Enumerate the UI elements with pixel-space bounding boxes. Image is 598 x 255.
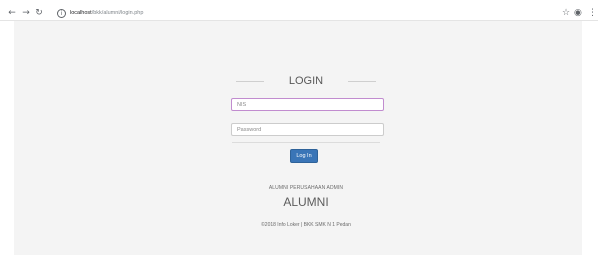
arrow-right-icon[interactable]: → — [20, 6, 32, 20]
url-host: localhost — [70, 10, 92, 16]
url-path: /bkk/alumni/login.php — [91, 10, 144, 16]
login-button[interactable]: Log In — [290, 149, 318, 163]
reload-icon[interactable]: ↻ — [33, 6, 45, 20]
browser-toolbar: ← → ↻ i localhost/bkk/alumni/login.php ☆… — [0, 6, 598, 21]
app-name: ALUMNI — [283, 195, 329, 209]
company-caption: ALUMNI PERUSAHAAN ADMIN — [268, 185, 344, 191]
info-icon[interactable]: i — [57, 9, 66, 18]
header-line-right — [348, 81, 376, 82]
login-header: LOGIN — [236, 74, 376, 88]
arrow-left-icon[interactable]: ← — [6, 6, 18, 20]
browser-window: ← → ↻ i localhost/bkk/alumni/login.php ☆… — [0, 0, 598, 255]
username-field[interactable] — [231, 98, 384, 111]
more-vert-icon[interactable]: ⋮ — [588, 6, 597, 20]
form-divider — [232, 142, 380, 143]
password-field[interactable] — [231, 123, 384, 136]
address-bar[interactable]: localhost/bkk/alumni/login.php — [70, 6, 143, 20]
account-icon[interactable]: ◉ — [574, 6, 582, 20]
star-icon[interactable]: ☆ — [562, 6, 570, 20]
copyright-text: ©2018 Info Loker | BKK SMK N 1 Pedan — [261, 222, 351, 228]
page-body — [14, 21, 582, 255]
